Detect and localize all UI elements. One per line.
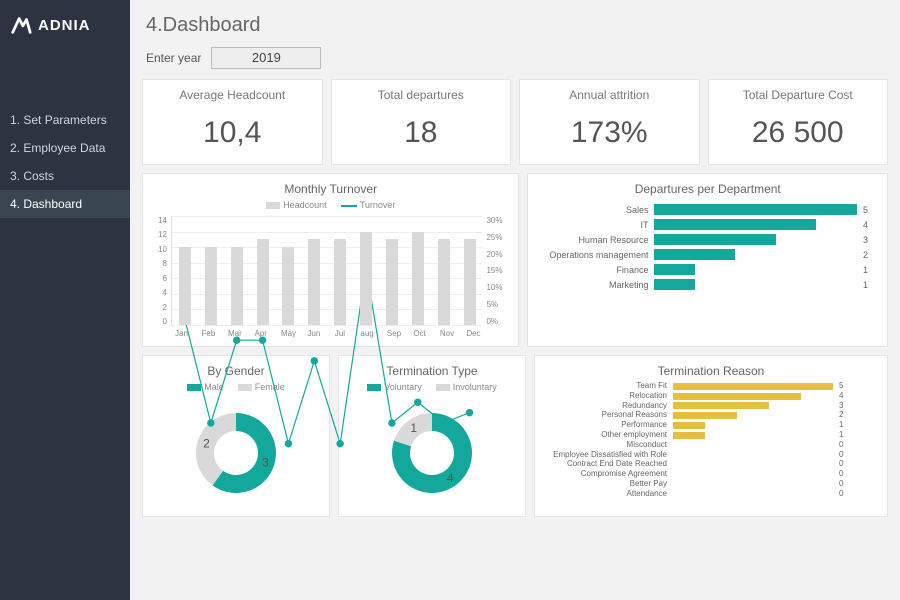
bar-Apr [257,239,269,325]
kpi-label: Total Departure Cost [715,88,882,102]
reason-row: Employee Dissatisfied with Role0 [545,451,877,460]
bar-Sep [386,239,398,325]
bar-Dec [464,239,476,325]
kpi-value: 26 500 [715,116,882,150]
bar-aug [360,232,372,325]
sidebar-item-1[interactable]: 2. Employee Data [0,134,130,162]
termination-reason-bars: Team Fit5Relocation4Redundancy3Personal … [545,382,877,499]
sidebar: ADNIA 1. Set Parameters2. Employee Data3… [0,0,130,600]
kpi-row: Average Headcount 10,4 Total departures 18 A… [142,79,888,165]
reason-row: Personal Reasons2 [545,411,877,420]
dept-row-it: IT4 [538,219,877,230]
reason-row: Attendance0 [545,490,877,499]
panel-departures-dept: Departures per Department Sales5 IT4 Human… [527,173,888,347]
bar-Nov [438,239,450,325]
kpi-label: Annual attrition [526,88,693,102]
year-input[interactable]: 2019 [211,47,321,69]
sidebar-item-0[interactable]: 1. Set Parameters [0,106,130,134]
reason-row: Better Pay0 [545,480,877,489]
year-label: Enter year [146,51,201,65]
chart-plot-area [171,216,482,326]
dept-row-sales: Sales5 [538,204,877,215]
bar-May [282,247,294,325]
bar-Oct [412,232,424,325]
reason-row: Performance1 [545,421,877,430]
dept-row-marketing: Marketing1 [538,279,877,290]
bar-Feb [205,247,217,325]
year-filter: Enter year 2019 [146,47,888,69]
bar-Jan [179,247,191,325]
swatch-grey [266,202,280,209]
reason-row: Misconduct0 [545,441,877,450]
kpi-card-1: Total departures 18 [331,79,512,165]
chart-title: Monthly Turnover [153,182,508,196]
reason-row: Compromise Agreement0 [545,470,877,479]
bar-Jun [308,239,320,325]
dept-row-finance: Finance1 [538,264,877,275]
brand-icon [10,14,32,36]
page-title: 4.Dashboard [146,14,888,37]
kpi-card-0: Average Headcount 10,4 [142,79,323,165]
kpi-label: Average Headcount [149,88,316,102]
legend: Headcount Turnover [153,200,508,210]
kpi-label: Total departures [338,88,505,102]
reason-row: Team Fit5 [545,382,877,391]
dept-row-operations-management: Operations management2 [538,249,877,260]
panel-monthly-turnover: Monthly Turnover Headcount Turnover 1412… [142,173,519,347]
reason-row: Contract End Date Reached0 [545,460,877,469]
kpi-value: 18 [338,116,505,150]
bar-Jul [334,239,346,325]
chart-title: Termination Reason [545,364,877,378]
y-axis-right: 30%25%20%15%10%5%0% [486,216,508,326]
dept-row-human-resource: Human Resource3 [538,234,877,245]
swatch-teal-line [341,205,357,207]
brand-logo: ADNIA [0,0,130,56]
kpi-value: 173% [526,116,693,150]
kpi-card-3: Total Departure Cost 26 500 [708,79,889,165]
sidebar-item-2[interactable]: 3. Costs [0,162,130,190]
reason-row: Other employment1 [545,431,877,440]
reason-row: Redundancy3 [545,402,877,411]
bar-Mar [231,247,243,325]
kpi-card-2: Annual attrition 173% [519,79,700,165]
reason-row: Relocation4 [545,392,877,401]
dept-bar-list: Sales5 IT4 Human Resource3 Operations manag… [538,204,877,290]
brand-text: ADNIA [38,17,91,34]
chart-title: Departures per Department [538,182,877,196]
sidebar-item-3[interactable]: 4. Dashboard [0,190,130,218]
panel-termination-reason: Termination Reason Team Fit5Relocation4R… [534,355,888,517]
main-content: 4.Dashboard Enter year 2019 Average Head… [130,0,900,600]
y-axis-left: 14121086420 [153,216,167,326]
kpi-value: 10,4 [149,116,316,150]
nav-list: 1. Set Parameters2. Employee Data3. Cost… [0,106,130,218]
